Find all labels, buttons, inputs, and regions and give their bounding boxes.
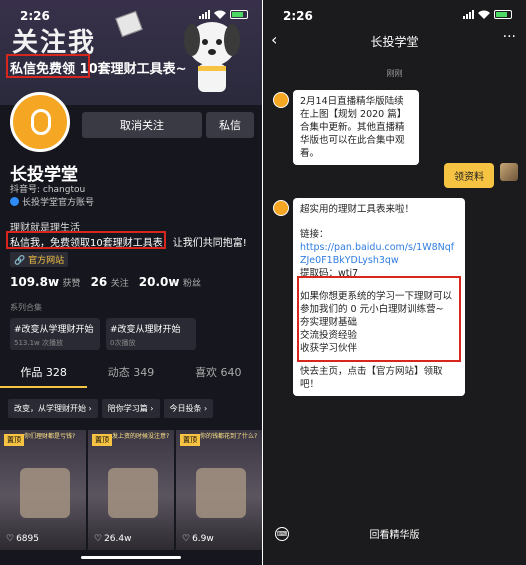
official-badge: 长投学堂官方账号: [10, 195, 94, 208]
unfollow-button[interactable]: 取消关注: [82, 112, 202, 138]
stat-following[interactable]: 26 关注: [91, 275, 129, 289]
chip[interactable]: 今日投条 ›: [163, 399, 214, 418]
sender-avatar[interactable]: [273, 92, 289, 108]
msg-outro: 快去主页，点击【官方网站】领取吧！: [300, 366, 443, 390]
like-value: 6895: [16, 534, 39, 544]
msg-intro: 超实用的理财工具表来啦！: [300, 204, 415, 215]
message-button[interactable]: 私信: [206, 112, 254, 138]
chat-title: 长投学堂: [370, 34, 419, 49]
like-count: ♡ 26.4w: [94, 534, 131, 544]
heart-icon: ♡: [182, 534, 191, 544]
account-id: 抖音号: changtou: [10, 185, 86, 195]
signal-icon: [199, 10, 210, 19]
battery-icon: [494, 10, 512, 19]
profile-screen: 关注我 私信免费领 10套理财工具表~ 2:26 取消关注 私信 长投学堂 抖音…: [0, 0, 262, 565]
battery-icon: [230, 10, 248, 19]
chip[interactable]: 陪你学习篇 ›: [101, 399, 160, 418]
highlight-box: [6, 54, 90, 78]
share-link[interactable]: https://pan.baidu.com/s/1W8NqfZJe0F1BkYD…: [300, 241, 458, 267]
verified-icon: [10, 197, 19, 206]
video-thumbnail[interactable]: 置顶 你的钱都花到了什么? ♡ 6.9w: [176, 430, 262, 550]
heart-icon: ♡: [6, 534, 15, 544]
chat-timestamp: 刚刚: [386, 69, 403, 78]
collection-label: 系列合集: [10, 303, 42, 312]
wifi-icon: [478, 10, 490, 19]
more-icon[interactable]: ···: [503, 29, 516, 45]
video-caption: 你的钱都花到了什么?: [200, 433, 258, 440]
pinned-tag: 置顶: [4, 434, 24, 446]
stat-value: 109.8w: [10, 275, 60, 289]
status-time: 2:26: [283, 9, 313, 23]
avatar[interactable]: [10, 92, 70, 152]
reply-bubble: 领资料: [444, 163, 494, 188]
person-image: [20, 468, 70, 518]
card-sub: 513.1w 次播放: [14, 339, 63, 347]
profile-stats: 109.8w 获赞 26 关注 20.0w 粉丝: [10, 275, 201, 289]
bulb-icon: [31, 109, 51, 135]
playlist-chips: 改变，从学理财开始 › 陪你学习篇 › 今日投条 ›: [8, 399, 214, 418]
tab-likes[interactable]: 喜欢 640: [175, 364, 262, 388]
collection-card[interactable]: #改变从学理财开始 513.1w 次播放: [10, 318, 100, 350]
stat-label: 粉丝: [182, 279, 201, 289]
stat-value: 20.0w: [138, 275, 180, 289]
profile-tabs: 作品 328 动态 349 喜欢 640: [0, 364, 262, 388]
highlight-box: [6, 231, 166, 249]
stat-followers[interactable]: 20.0w 粉丝: [139, 275, 201, 289]
person-image: [196, 468, 246, 518]
sender-avatar[interactable]: [273, 200, 289, 216]
pinned-tag: 置顶: [180, 434, 200, 446]
card-title: #改变从理财开始: [110, 325, 181, 335]
msg-link-label: 链接：: [300, 229, 329, 240]
status-bar: 2:26: [263, 0, 526, 26]
message-bubble: 2月14日直播精华版陆续在上图【规划 2020 篇】合集中更新。其他直播精华版也…: [293, 90, 419, 165]
back-arrow-icon[interactable]: ‹: [271, 30, 277, 49]
screenshot: 关注我 私信免费领 10套理财工具表~ 2:26 取消关注 私信 长投学堂 抖音…: [0, 0, 526, 565]
wifi-icon: [214, 10, 226, 19]
chat-bottom-bar: ⌨ 回看精华版: [263, 515, 526, 565]
user-avatar[interactable]: [500, 163, 518, 181]
site-label: 官方网站: [28, 256, 65, 266]
highlight-box: [297, 276, 461, 362]
collection-card[interactable]: #改变从理财开始 0次播放: [106, 318, 196, 350]
heart-icon: ♡: [94, 534, 103, 544]
person-image: [108, 468, 158, 518]
signal-icon: [463, 10, 474, 19]
card-sub: 0次播放: [110, 339, 136, 347]
pinned-tag: 置顶: [92, 434, 112, 446]
stat-label: 获赞: [62, 279, 81, 289]
like-value: 6.9w: [192, 534, 214, 544]
video-grid: 置顶 你们理财都是亏钱? ♡ 6895 置顶 发上资的时候没注意? ♡ 26.4w …: [0, 430, 262, 550]
like-count: ♡ 6895: [6, 534, 39, 544]
status-time: 2:26: [20, 9, 50, 23]
video-caption: 你们理财都是亏钱?: [24, 433, 76, 440]
official-label: 长投学堂官方账号: [22, 198, 95, 208]
card-title: #改变从学理财开始: [14, 325, 94, 335]
stat-label: 关注: [110, 279, 129, 289]
replay-highlights-button[interactable]: 回看精华版: [263, 526, 526, 541]
video-thumbnail[interactable]: 置顶 发上资的时候没注意? ♡ 26.4w: [88, 430, 174, 550]
tab-works[interactable]: 作品 328: [0, 364, 88, 388]
status-icons: [463, 10, 512, 19]
video-caption: 发上资的时候没注意?: [112, 433, 170, 440]
stat-value: 26: [90, 275, 108, 289]
like-value: 26.4w: [104, 534, 132, 544]
chat-header: ‹ 长投学堂 ···: [263, 26, 526, 56]
chat-screen: 2:26 ‹ 长投学堂 ··· 刚刚 2月14日直播精华版陆续在上图【规划 20…: [263, 0, 526, 565]
video-thumbnail[interactable]: 置顶 你们理财都是亏钱? ♡ 6895: [0, 430, 86, 550]
home-indicator[interactable]: [81, 556, 181, 559]
chip[interactable]: 改变，从学理财开始 ›: [8, 399, 98, 418]
status-icons: [199, 10, 248, 19]
stat-likes[interactable]: 109.8w 获赞: [10, 275, 81, 289]
official-site-link[interactable]: 🔗 官方网站: [10, 252, 69, 267]
tab-dynamics[interactable]: 动态 349: [87, 364, 174, 388]
status-bar: 2:26: [0, 0, 262, 26]
like-count: ♡ 6.9w: [182, 534, 214, 544]
